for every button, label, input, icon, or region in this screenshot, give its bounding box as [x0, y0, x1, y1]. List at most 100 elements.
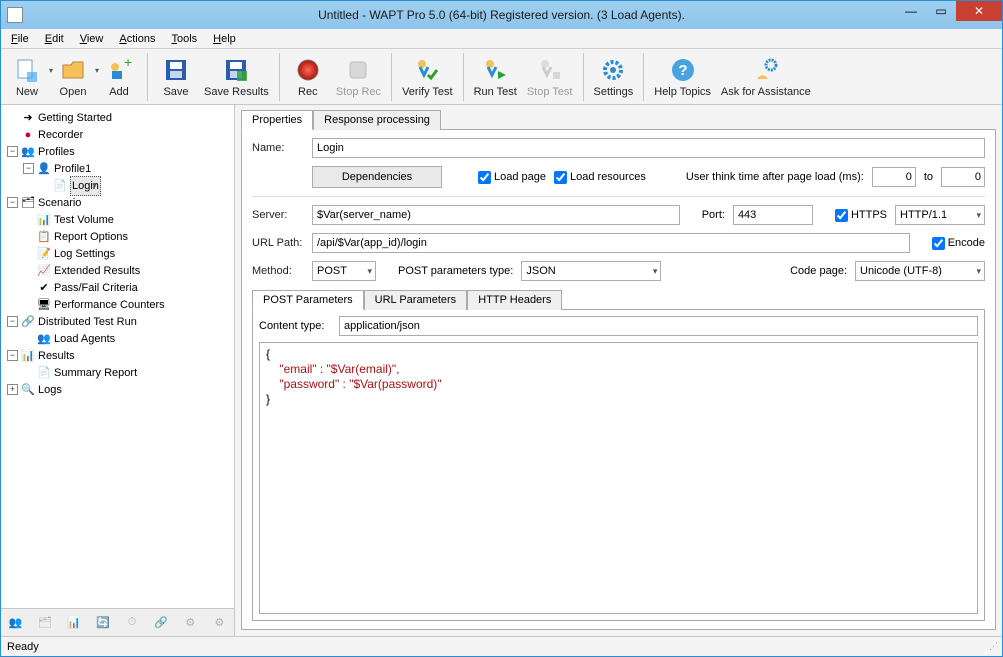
- page-icon: 📄: [53, 179, 67, 193]
- nav-tree[interactable]: ➜Getting Started ●Recorder −👥Profiles −👤…: [1, 105, 234, 608]
- tree-extended-results[interactable]: 📈Extended Results: [3, 262, 232, 279]
- tree-profile1[interactable]: −👤Profile1: [3, 160, 232, 177]
- menu-help[interactable]: Help: [207, 32, 242, 46]
- add-icon: +: [105, 56, 133, 84]
- mini-icon[interactable]: 👥: [6, 613, 26, 633]
- load-page-checkbox[interactable]: Load page: [478, 171, 546, 184]
- save-results-button[interactable]: Save Results: [200, 52, 273, 102]
- dependencies-button[interactable]: Dependencies: [312, 166, 442, 188]
- stop-rec-button: Stop Rec: [332, 52, 385, 102]
- tree-scenario[interactable]: −🗂Scenario: [3, 194, 232, 211]
- menu-view[interactable]: View: [74, 32, 110, 46]
- tree-report-options[interactable]: 📋Report Options: [3, 228, 232, 245]
- tree-results[interactable]: −📊Results: [3, 347, 232, 364]
- tab-response-processing[interactable]: Response processing: [313, 110, 441, 130]
- mini-icon[interactable]: ⚙: [180, 613, 200, 633]
- menu-file[interactable]: File: [5, 32, 35, 46]
- subtab-url-parameters[interactable]: URL Parameters: [364, 290, 468, 310]
- title-bar: Untitled - WAPT Pro 5.0 (64-bit) Registe…: [1, 1, 1002, 29]
- tree-logs[interactable]: +🔍Logs: [3, 381, 232, 398]
- tree-log-settings[interactable]: 📝Log Settings: [3, 245, 232, 262]
- stop-test-icon: [536, 56, 564, 84]
- server-input[interactable]: [312, 205, 680, 225]
- think-time-from-input[interactable]: [872, 167, 916, 187]
- content-type-input[interactable]: [339, 316, 978, 336]
- folder-open-icon: [59, 56, 87, 84]
- ask-assistance-button[interactable]: Ask for Assistance: [717, 52, 815, 102]
- collapse-icon[interactable]: −: [7, 197, 18, 208]
- sidebar-bottom-toolbar: 👥 🗂 📊 🔄 ⏱ 🔗 ⚙ ⚙: [1, 608, 234, 636]
- volume-icon: 📊: [37, 213, 51, 227]
- subtab-post-parameters[interactable]: POST Parameters: [252, 290, 364, 310]
- mini-icon[interactable]: ⚙: [209, 613, 229, 633]
- settings-button[interactable]: Settings: [590, 52, 638, 102]
- collapse-icon[interactable]: −: [7, 146, 18, 157]
- tree-summary[interactable]: 📄Summary Report: [3, 364, 232, 381]
- rec-button[interactable]: Rec: [286, 52, 330, 102]
- mini-icon[interactable]: 🔄: [93, 613, 113, 633]
- tree-perf-counters[interactable]: 🖥Performance Counters: [3, 296, 232, 313]
- request-body-editor[interactable]: { "email" : "$Var(email)", "password" : …: [259, 342, 978, 614]
- status-text: Ready: [7, 641, 39, 653]
- tree-dist-run[interactable]: −🔗Distributed Test Run: [3, 313, 232, 330]
- tree-pass-fail[interactable]: ✔Pass/Fail Criteria: [3, 279, 232, 296]
- post-params-type-select[interactable]: JSON: [521, 261, 661, 281]
- properties-panel: Name: Dependencies Load page Load resour…: [241, 129, 996, 630]
- add-button[interactable]: + Add: [97, 52, 141, 102]
- name-input[interactable]: [312, 138, 985, 158]
- verify-test-button[interactable]: Verify Test: [398, 52, 457, 102]
- open-button[interactable]: Open▾: [51, 52, 95, 102]
- subtab-http-headers[interactable]: HTTP Headers: [467, 290, 562, 310]
- menu-edit[interactable]: Edit: [39, 32, 70, 46]
- method-select[interactable]: POST: [312, 261, 376, 281]
- save-icon: [162, 56, 190, 84]
- mini-icon[interactable]: ⏱: [122, 613, 142, 633]
- tree-test-volume[interactable]: 📊Test Volume: [3, 211, 232, 228]
- maximize-button[interactable]: ▭: [926, 1, 956, 21]
- app-icon: [7, 7, 23, 23]
- close-button[interactable]: ✕: [956, 1, 1002, 21]
- record-icon: ●: [21, 128, 35, 142]
- new-button[interactable]: New▾: [5, 52, 49, 102]
- tree-login[interactable]: 📄Login: [3, 177, 232, 194]
- collapse-icon[interactable]: −: [7, 316, 18, 327]
- post-params-type-label: POST parameters type:: [398, 265, 513, 277]
- minimize-button[interactable]: —: [896, 1, 926, 21]
- name-label: Name:: [252, 142, 304, 154]
- tree-recorder[interactable]: ●Recorder: [3, 126, 232, 143]
- resize-grip-icon[interactable]: ⋰: [989, 641, 996, 652]
- think-time-to-input[interactable]: [941, 167, 985, 187]
- help-icon: ?: [669, 56, 697, 84]
- http-version-select[interactable]: HTTP/1.1: [895, 205, 985, 225]
- mini-icon[interactable]: 🔗: [151, 613, 171, 633]
- help-button[interactable]: ? Help Topics: [650, 52, 715, 102]
- report-icon: 📋: [37, 230, 51, 244]
- new-icon: [13, 56, 41, 84]
- sidebar: ➜Getting Started ●Recorder −👥Profiles −👤…: [1, 105, 235, 636]
- mini-icon[interactable]: 📊: [64, 613, 84, 633]
- save-button[interactable]: Save: [154, 52, 198, 102]
- post-parameters-panel: Content type: { "email" : "$Var(email)",…: [252, 309, 985, 621]
- tree-profiles[interactable]: −👥Profiles: [3, 143, 232, 160]
- tree-getting-started[interactable]: ➜Getting Started: [3, 109, 232, 126]
- run-test-button[interactable]: Run Test: [470, 52, 521, 102]
- results-icon: 📊: [21, 349, 35, 363]
- arrow-icon: ➜: [21, 111, 35, 125]
- code-page-select[interactable]: Unicode (UTF-8): [855, 261, 985, 281]
- menu-tools[interactable]: Tools: [165, 32, 203, 46]
- https-checkbox[interactable]: HTTPS: [835, 209, 887, 222]
- status-bar: Ready ⋰: [1, 636, 1002, 656]
- port-input[interactable]: [733, 205, 813, 225]
- menu-actions[interactable]: Actions: [113, 32, 161, 46]
- load-resources-checkbox[interactable]: Load resources: [554, 171, 646, 184]
- record-icon: [294, 56, 322, 84]
- collapse-icon[interactable]: −: [7, 350, 18, 361]
- encode-checkbox[interactable]: Encode: [932, 237, 985, 250]
- mini-icon[interactable]: 🗂: [35, 613, 55, 633]
- tab-properties[interactable]: Properties: [241, 110, 313, 130]
- url-path-input[interactable]: [312, 233, 910, 253]
- collapse-icon[interactable]: −: [23, 163, 34, 174]
- expand-icon[interactable]: +: [7, 384, 18, 395]
- tree-load-agents[interactable]: 👥Load Agents: [3, 330, 232, 347]
- ext-icon: 📈: [37, 264, 51, 278]
